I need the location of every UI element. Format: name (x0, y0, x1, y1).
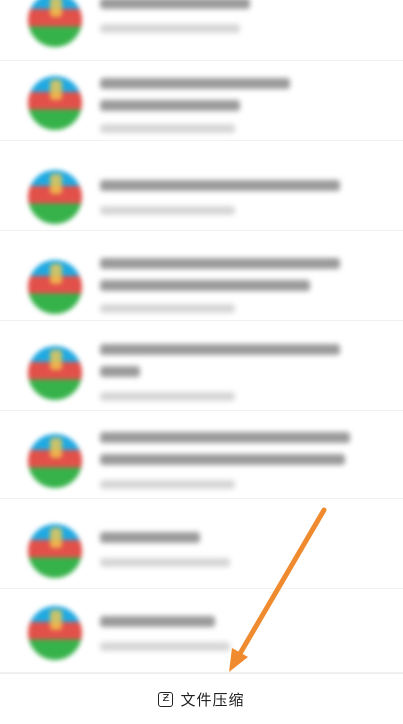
zip-archive-icon (28, 0, 82, 47)
bottom-action-bar: Ƶ 文件压缩 (0, 673, 403, 724)
file-name (100, 100, 240, 111)
file-item[interactable] (0, 592, 403, 673)
file-name (100, 344, 340, 355)
file-item[interactable] (0, 150, 403, 231)
file-list (0, 0, 403, 673)
file-name (100, 532, 200, 543)
file-name (100, 0, 250, 9)
compress-icon: Ƶ (158, 691, 174, 707)
file-meta (100, 480, 235, 489)
file-name (100, 258, 340, 269)
zip-archive-icon (28, 346, 82, 400)
zip-archive-icon (28, 434, 82, 488)
file-name (100, 180, 340, 191)
file-item[interactable] (0, 418, 403, 499)
file-name (100, 78, 290, 89)
file-name (100, 616, 215, 627)
file-name (100, 280, 310, 291)
file-name (100, 366, 140, 377)
file-item[interactable] (0, 60, 403, 141)
file-meta (100, 24, 240, 33)
file-name (100, 454, 345, 465)
zip-archive-icon (28, 524, 82, 578)
file-meta (100, 124, 235, 133)
file-meta (100, 392, 235, 401)
zip-archive-icon (28, 76, 82, 130)
zip-archive-icon (28, 606, 82, 660)
file-meta (100, 642, 230, 651)
file-item[interactable] (0, 240, 403, 321)
file-item[interactable] (0, 508, 403, 589)
file-meta (100, 206, 235, 215)
file-meta (100, 558, 230, 567)
zip-archive-icon (28, 170, 82, 224)
file-item[interactable] (0, 0, 403, 61)
compress-files-button[interactable]: Ƶ 文件压缩 (0, 674, 403, 724)
file-item[interactable] (0, 330, 403, 411)
file-meta (100, 304, 235, 313)
file-name (100, 432, 350, 443)
compress-files-label: 文件压缩 (180, 690, 245, 709)
zip-archive-icon (28, 260, 82, 314)
